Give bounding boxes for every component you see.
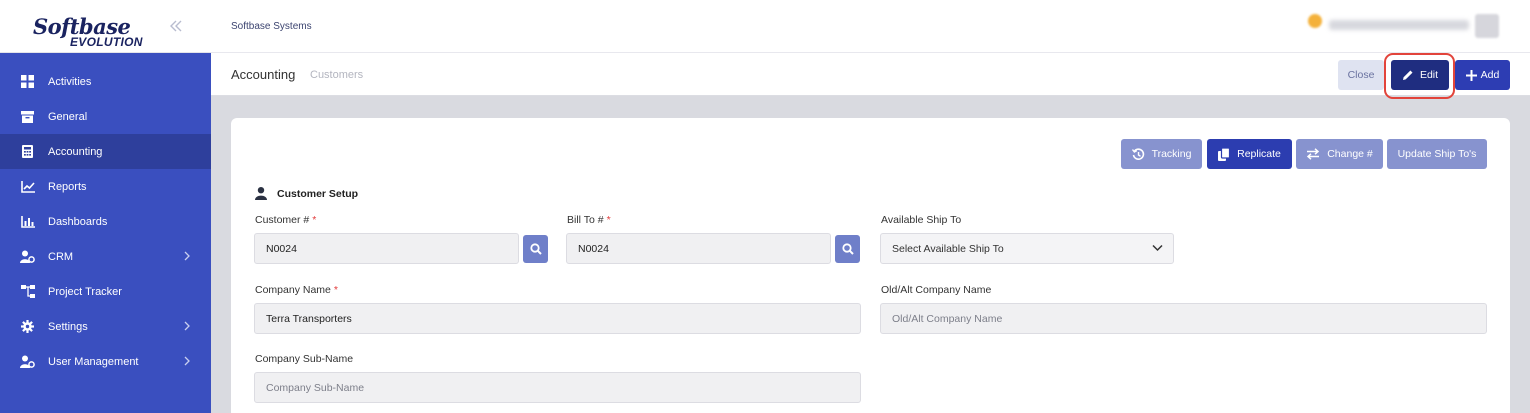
sidebar-item-label: Activities bbox=[48, 75, 92, 88]
old-company-name-label: Old/Alt Company Name bbox=[881, 284, 992, 296]
available-ship-to-select[interactable]: Select Available Ship To bbox=[880, 233, 1174, 264]
double-chevron-left-icon[interactable] bbox=[168, 18, 184, 34]
sitemap-icon bbox=[20, 284, 35, 299]
section-title-text: Customer Setup bbox=[277, 187, 359, 200]
change-number-label: Change # bbox=[1327, 148, 1373, 160]
customer-number-label: Customer # * bbox=[255, 214, 316, 226]
update-ship-tos-label: Update Ship To's bbox=[1397, 148, 1477, 160]
add-button-label: Add bbox=[1480, 69, 1500, 81]
sidebar-nav: Activities General Accounting Reports Da… bbox=[0, 64, 211, 379]
tracking-label: Tracking bbox=[1151, 148, 1192, 160]
top-header: Softbase Systems bbox=[211, 0, 1530, 53]
required-mark: * bbox=[312, 214, 317, 226]
gear-icon bbox=[20, 319, 35, 334]
available-ship-to-label: Available Ship To bbox=[881, 214, 962, 226]
company-name-label-text: Company Name bbox=[255, 284, 331, 296]
required-mark: * bbox=[606, 214, 611, 226]
bill-to-label-text: Bill To # bbox=[567, 214, 604, 226]
add-button[interactable]: Add bbox=[1455, 60, 1510, 90]
user-cog-icon bbox=[20, 354, 35, 369]
company-name: Softbase Systems bbox=[231, 21, 312, 32]
sidebar-item-label: CRM bbox=[48, 250, 74, 263]
avatar[interactable] bbox=[1475, 14, 1499, 38]
archive-icon bbox=[20, 109, 35, 124]
sidebar-item-label: User Management bbox=[48, 355, 139, 368]
sidebar-item-label: Dashboards bbox=[48, 215, 108, 228]
tracking-button[interactable]: Tracking bbox=[1121, 139, 1202, 169]
replicate-label: Replicate bbox=[1237, 148, 1281, 160]
search-icon bbox=[841, 243, 854, 255]
page-title: Accounting bbox=[231, 67, 296, 82]
breadcrumb-sub[interactable]: Customers bbox=[310, 69, 363, 81]
sidebar-item-label: General bbox=[48, 110, 88, 123]
sidebar-item-label: Project Tracker bbox=[48, 285, 122, 298]
calculator-icon bbox=[20, 144, 35, 159]
sidebar-item-dashboards[interactable]: Dashboards bbox=[0, 204, 211, 239]
close-button-label: Close bbox=[1347, 69, 1375, 81]
sidebar-item-general[interactable]: General bbox=[0, 99, 211, 134]
sidebar-item-activities[interactable]: Activities bbox=[0, 64, 211, 99]
old-company-name-field[interactable]: Old/Alt Company Name bbox=[880, 303, 1487, 334]
search-icon bbox=[529, 243, 542, 255]
close-button[interactable]: Close bbox=[1338, 60, 1384, 90]
bill-to-field[interactable]: N0024 bbox=[566, 233, 831, 264]
available-ship-to-value: Select Available Ship To bbox=[892, 242, 1004, 255]
bill-to-search-button[interactable] bbox=[835, 235, 860, 263]
sidebar-item-accounting[interactable]: Accounting bbox=[0, 134, 211, 169]
sidebar-item-settings[interactable]: Settings bbox=[0, 309, 211, 344]
chart-line-icon bbox=[20, 179, 35, 194]
sidebar-item-label: Accounting bbox=[48, 145, 103, 158]
logo-subtext: EVOLUTION bbox=[70, 35, 143, 49]
copy-icon bbox=[1218, 147, 1231, 161]
pencil-icon bbox=[1402, 70, 1413, 80]
edit-button[interactable]: Edit bbox=[1391, 60, 1449, 90]
sidebar-item-label: Settings bbox=[48, 320, 88, 333]
update-ship-tos-button[interactable]: Update Ship To's bbox=[1387, 139, 1487, 169]
customer-form-card: Tracking Replicate Change # Update Ship … bbox=[231, 118, 1510, 413]
history-icon bbox=[1131, 147, 1144, 160]
exchange-icon bbox=[1307, 148, 1320, 160]
section-title: Customer Setup bbox=[255, 187, 358, 200]
user-icon bbox=[255, 187, 267, 200]
sidebar-item-label: Reports bbox=[48, 180, 87, 193]
bar-chart-icon bbox=[20, 214, 35, 229]
bill-to-label: Bill To # * bbox=[567, 214, 611, 226]
chevron-right-icon bbox=[184, 356, 190, 366]
company-sub-name-label: Company Sub-Name bbox=[255, 353, 354, 365]
company-sub-name-field[interactable]: Company Sub-Name bbox=[254, 372, 861, 403]
customer-search-button[interactable] bbox=[523, 235, 548, 263]
required-mark: * bbox=[333, 284, 338, 296]
users-cog-icon bbox=[20, 249, 35, 264]
change-number-button[interactable]: Change # bbox=[1296, 139, 1383, 169]
chevron-down-icon bbox=[1152, 244, 1163, 252]
sidebar: Softbase EVOLUTION Activities General Ac… bbox=[0, 0, 211, 413]
customer-number-label-text: Customer # bbox=[255, 214, 310, 226]
customer-number-field[interactable]: N0024 bbox=[254, 233, 519, 264]
sidebar-item-user-management[interactable]: User Management bbox=[0, 344, 211, 379]
logo-area: Softbase EVOLUTION bbox=[0, 0, 211, 53]
user-status-icon bbox=[1308, 14, 1322, 28]
company-name-field[interactable]: Terra Transporters bbox=[254, 303, 861, 334]
user-info-redacted bbox=[1329, 20, 1469, 30]
sidebar-item-project-tracker[interactable]: Project Tracker bbox=[0, 274, 211, 309]
chevron-right-icon bbox=[184, 321, 190, 331]
chevron-right-icon bbox=[184, 251, 190, 261]
edit-button-label: Edit bbox=[1419, 69, 1439, 81]
replicate-button[interactable]: Replicate bbox=[1207, 139, 1292, 169]
plus-icon bbox=[1465, 69, 1477, 81]
sidebar-item-crm[interactable]: CRM bbox=[0, 239, 211, 274]
sidebar-item-reports[interactable]: Reports bbox=[0, 169, 211, 204]
grid-icon bbox=[20, 74, 35, 89]
company-name-label: Company Name * bbox=[255, 284, 338, 296]
page-header: Accounting Customers Close Edit Add bbox=[211, 53, 1530, 99]
